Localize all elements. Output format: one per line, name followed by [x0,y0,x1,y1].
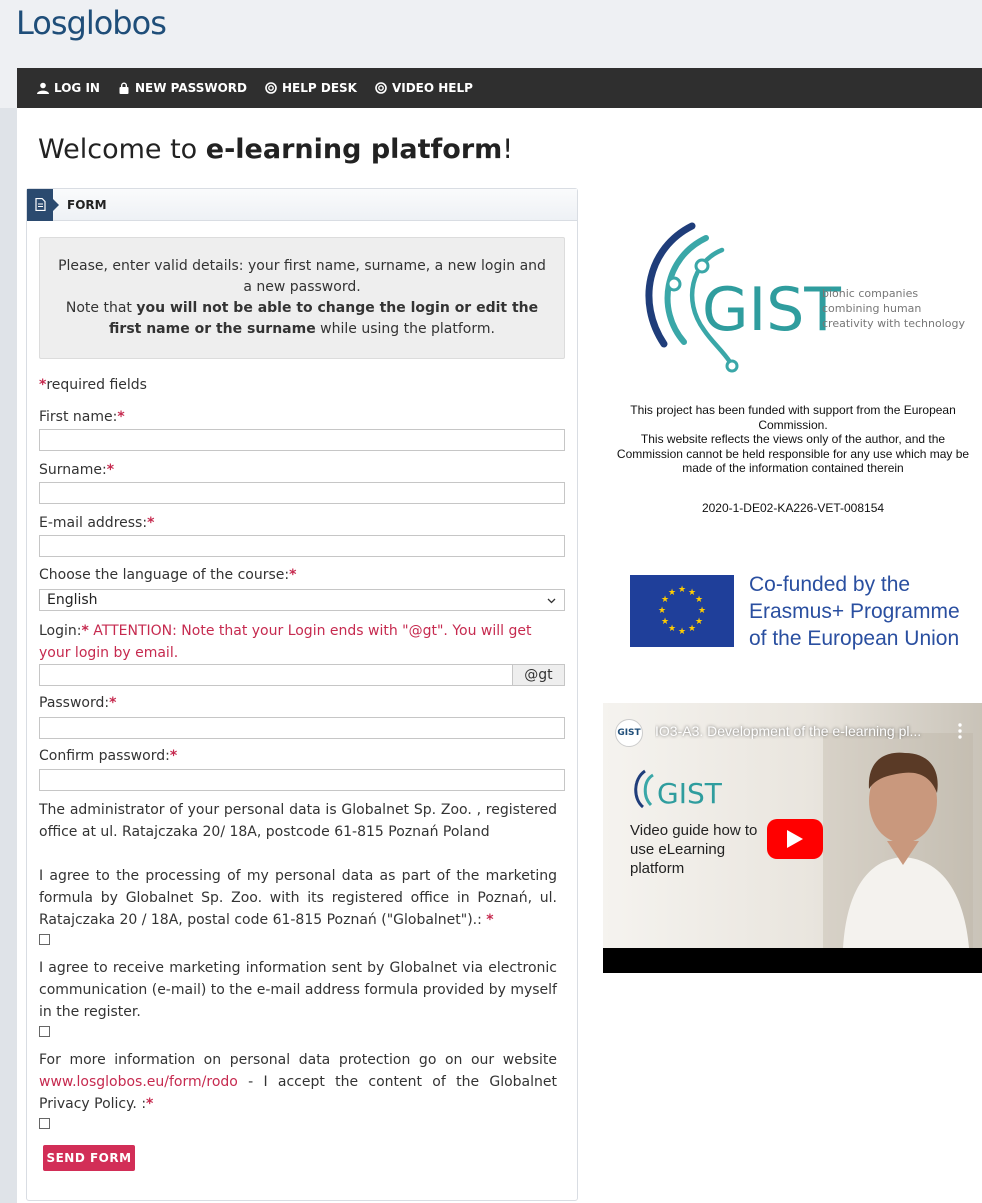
first-name-label: First name:* [39,409,125,425]
svg-text:★: ★ [658,606,666,616]
video-caption: Video guide how to use eLearning platfor… [630,822,758,877]
panel-header: FORM [27,188,577,221]
site-logo[interactable]: Losglobos [16,4,167,42]
svg-text:★: ★ [668,624,676,634]
nav-help-desk[interactable]: HELP DESK [265,81,357,95]
confirm-password-label: Confirm password:* [39,748,178,764]
chevron-down-icon [547,598,556,604]
play-button[interactable] [767,819,823,859]
erasmus-cofunded-text: Co-funded by the Erasmus+ Programme of t… [749,573,960,650]
consent-processing-checkbox[interactable] [39,934,50,945]
nav-new-password-label: NEW PASSWORD [134,81,247,95]
nav-video-help-label: VIDEO HELP [391,81,473,95]
nav-login-label: LOG IN [54,81,100,95]
language-label: Choose the language of the course:* [39,567,297,583]
login-field-group: @gt [39,664,565,686]
surname-input[interactable] [39,482,565,504]
panel-title: FORM [67,197,107,212]
svg-text:GIST: GIST [657,777,723,810]
lifebuoy-icon [375,82,387,94]
confirm-password-input[interactable] [39,769,565,791]
login-attention: ATTENTION: Note that your Login ends wit… [39,623,532,661]
video-title[interactable]: IO3-A3. Development of the e-learning pl… [655,723,945,739]
svg-text:★: ★ [695,595,703,605]
page-title: Welcome to e-learning platform! [38,134,514,165]
consent-privacy-checkbox[interactable] [39,1118,50,1129]
svg-text:★: ★ [698,606,706,616]
video-gist-logo: GIST [634,769,723,810]
nav-new-password[interactable]: NEW PASSWORD [118,81,247,95]
presenter-image [823,733,973,948]
left-gutter [0,108,17,1203]
password-label: Password:* [39,695,117,711]
lifebuoy-icon [265,82,277,94]
nav-video-help[interactable]: VIDEO HELP [375,81,473,95]
svg-text:★: ★ [688,624,696,634]
svg-text:★: ★ [678,585,686,595]
play-icon [787,830,803,848]
data-administrator-text: The administrator of your personal data … [39,802,557,840]
send-form-button[interactable]: SEND FORM [43,1145,135,1171]
consent-marketing-text: I agree to receive marketing information… [39,960,557,1020]
gist-tagline: bionic companies combining human creativ… [822,287,966,330]
surname-label: Surname:* [39,462,115,478]
video-channel-avatar[interactable]: GIST [615,719,643,747]
email-input[interactable] [39,535,565,557]
notice-line: Please, enter valid details: your first … [58,258,546,295]
svg-text:★: ★ [678,627,686,637]
nav-help-desk-label: HELP DESK [282,81,357,95]
consent-privacy-text: For more information on personal data pr… [39,1052,557,1112]
nav-login[interactable]: LOG IN [37,81,100,95]
grant-number: 2020-1-DE02-KA226-VET-008154 [701,501,885,515]
consent-processing-text: I agree to the processing of my personal… [39,868,557,928]
login-label: Login:* ATTENTION: Note that your Login … [39,623,532,661]
svg-text:★: ★ [661,617,669,627]
privacy-policy-link[interactable]: www.losglobos.eu/form/rodo [39,1074,238,1090]
login-input[interactable] [39,664,513,686]
form-notice: Please, enter valid details: your first … [39,237,565,359]
more-options-icon[interactable] [958,723,962,739]
svg-text:★: ★ [668,588,676,598]
notice-note: Note that you will not be able to change… [65,300,539,337]
consent-marketing-checkbox[interactable] [39,1026,50,1037]
document-icon [27,188,59,221]
funding-disclaimer: This project has been funded with suppor… [616,403,970,475]
svg-text:★: ★ [695,617,703,627]
login-suffix: @gt [513,664,565,686]
email-label: E-mail address:* [39,515,155,531]
gist-wordmark: GIST [702,275,841,345]
language-select[interactable]: English [39,589,565,611]
lock-icon [119,82,129,94]
eu-flag-icon: ★ ★★ ★★★ ★★★ ★★★ [630,575,734,647]
language-select-value: English [47,592,98,608]
youtube-video-embed[interactable]: GIST IO3-A3. Development of the e-learni… [603,703,982,973]
user-icon [37,82,49,94]
top-navbar: LOG IN NEW PASSWORD HELP DESK VIDEO HELP [17,68,982,108]
required-fields-note: *required fields [39,377,147,393]
registration-form-panel: FORM Please, enter valid details: your f… [26,188,578,1201]
password-input[interactable] [39,717,565,739]
first-name-input[interactable] [39,429,565,451]
